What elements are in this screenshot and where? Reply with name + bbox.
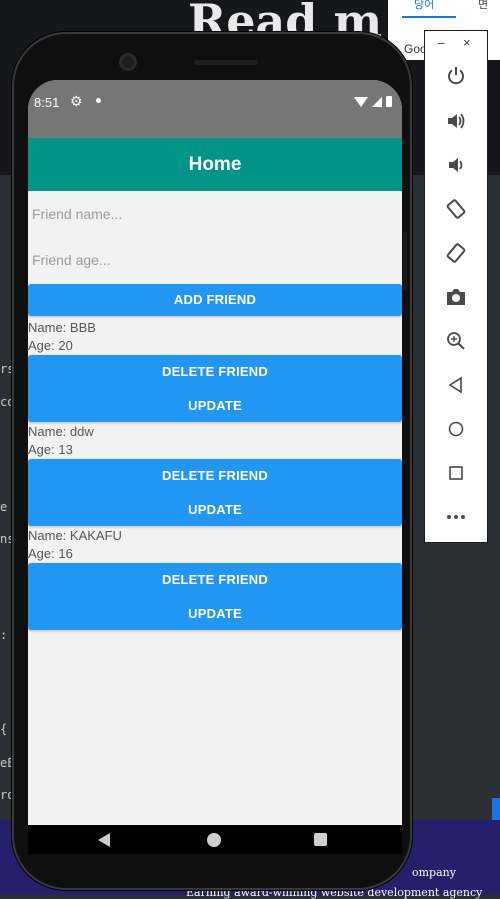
friend-actions: DELETE FRIEND UPDATE	[28, 459, 402, 526]
friend-name: Name: BBB	[28, 320, 96, 335]
browser-tab[interactable]: 당어	[414, 0, 434, 12]
friend-actions: DELETE FRIEND UPDATE	[28, 355, 402, 422]
browser-tab-indicator	[402, 16, 456, 18]
page-title: Home	[188, 153, 242, 175]
update-button[interactable]: UPDATE	[28, 493, 402, 527]
phone-screen: 8:51 ⚙ Home ADD FRIEND Name: BBB Age: 20…	[28, 80, 402, 854]
settings-icon: ⚙	[70, 93, 83, 109]
home-icon[interactable]	[442, 415, 470, 443]
volume-up-icon[interactable]	[442, 107, 470, 135]
nav-home-icon[interactable]	[207, 833, 221, 847]
rotate-right-icon[interactable]	[442, 239, 470, 267]
background-footer-text: ompany	[412, 866, 456, 879]
friend-age: Age: 16	[28, 546, 73, 561]
delete-friend-button[interactable]: DELETE FRIEND	[28, 355, 402, 389]
status-time: 8:51	[34, 95, 60, 110]
friend-name: Name: ddw	[28, 424, 94, 439]
notification-dot-icon	[96, 98, 101, 103]
nav-recents-icon[interactable]	[314, 833, 327, 846]
status-bar: 8:51 ⚙	[28, 80, 402, 138]
delete-friend-button[interactable]: DELETE FRIEND	[28, 563, 402, 597]
update-button[interactable]: UPDATE	[28, 389, 402, 423]
wifi-icon	[354, 96, 368, 107]
friend-age: Age: 20	[28, 338, 73, 353]
background-code-line: {	[0, 722, 8, 736]
volume-down-icon[interactable]	[442, 151, 470, 179]
screenshot-icon[interactable]	[442, 283, 470, 311]
add-friend-button[interactable]: ADD FRIEND	[28, 284, 402, 316]
rotate-left-icon[interactable]	[442, 195, 470, 223]
friend-age-input[interactable]	[28, 240, 402, 280]
speaker-grille	[194, 60, 258, 65]
panel-titlebar: − ×	[425, 31, 487, 57]
phone-side-button[interactable]	[403, 232, 407, 290]
overview-icon[interactable]	[442, 459, 470, 487]
friend-age: Age: 13	[28, 442, 73, 457]
app-bar: Home	[28, 138, 402, 191]
background-code-line: e	[0, 500, 8, 514]
background-accent	[492, 798, 500, 820]
friend-name: Name: KAKAFU	[28, 528, 122, 543]
close-button[interactable]: ×	[463, 35, 471, 50]
zoom-icon[interactable]	[442, 327, 470, 355]
navigation-bar	[28, 825, 402, 854]
nav-back-icon[interactable]	[98, 833, 110, 847]
battery-icon	[386, 96, 392, 107]
friend-name-input[interactable]	[28, 194, 402, 234]
back-icon[interactable]	[442, 371, 470, 399]
signal-icon	[372, 96, 382, 107]
background-code-line: :	[0, 628, 8, 642]
emulator-control-panel: − ×	[424, 30, 488, 543]
power-icon[interactable]	[442, 62, 470, 90]
minimize-button[interactable]: −	[437, 35, 445, 51]
camera-icon	[119, 53, 137, 71]
delete-friend-button[interactable]: DELETE FRIEND	[28, 459, 402, 493]
status-icons	[354, 96, 392, 107]
friend-actions: DELETE FRIEND UPDATE	[28, 563, 402, 630]
update-button[interactable]: UPDATE	[28, 597, 402, 631]
more-icon[interactable]	[442, 503, 470, 531]
browser-tab[interactable]: 면	[478, 0, 488, 12]
